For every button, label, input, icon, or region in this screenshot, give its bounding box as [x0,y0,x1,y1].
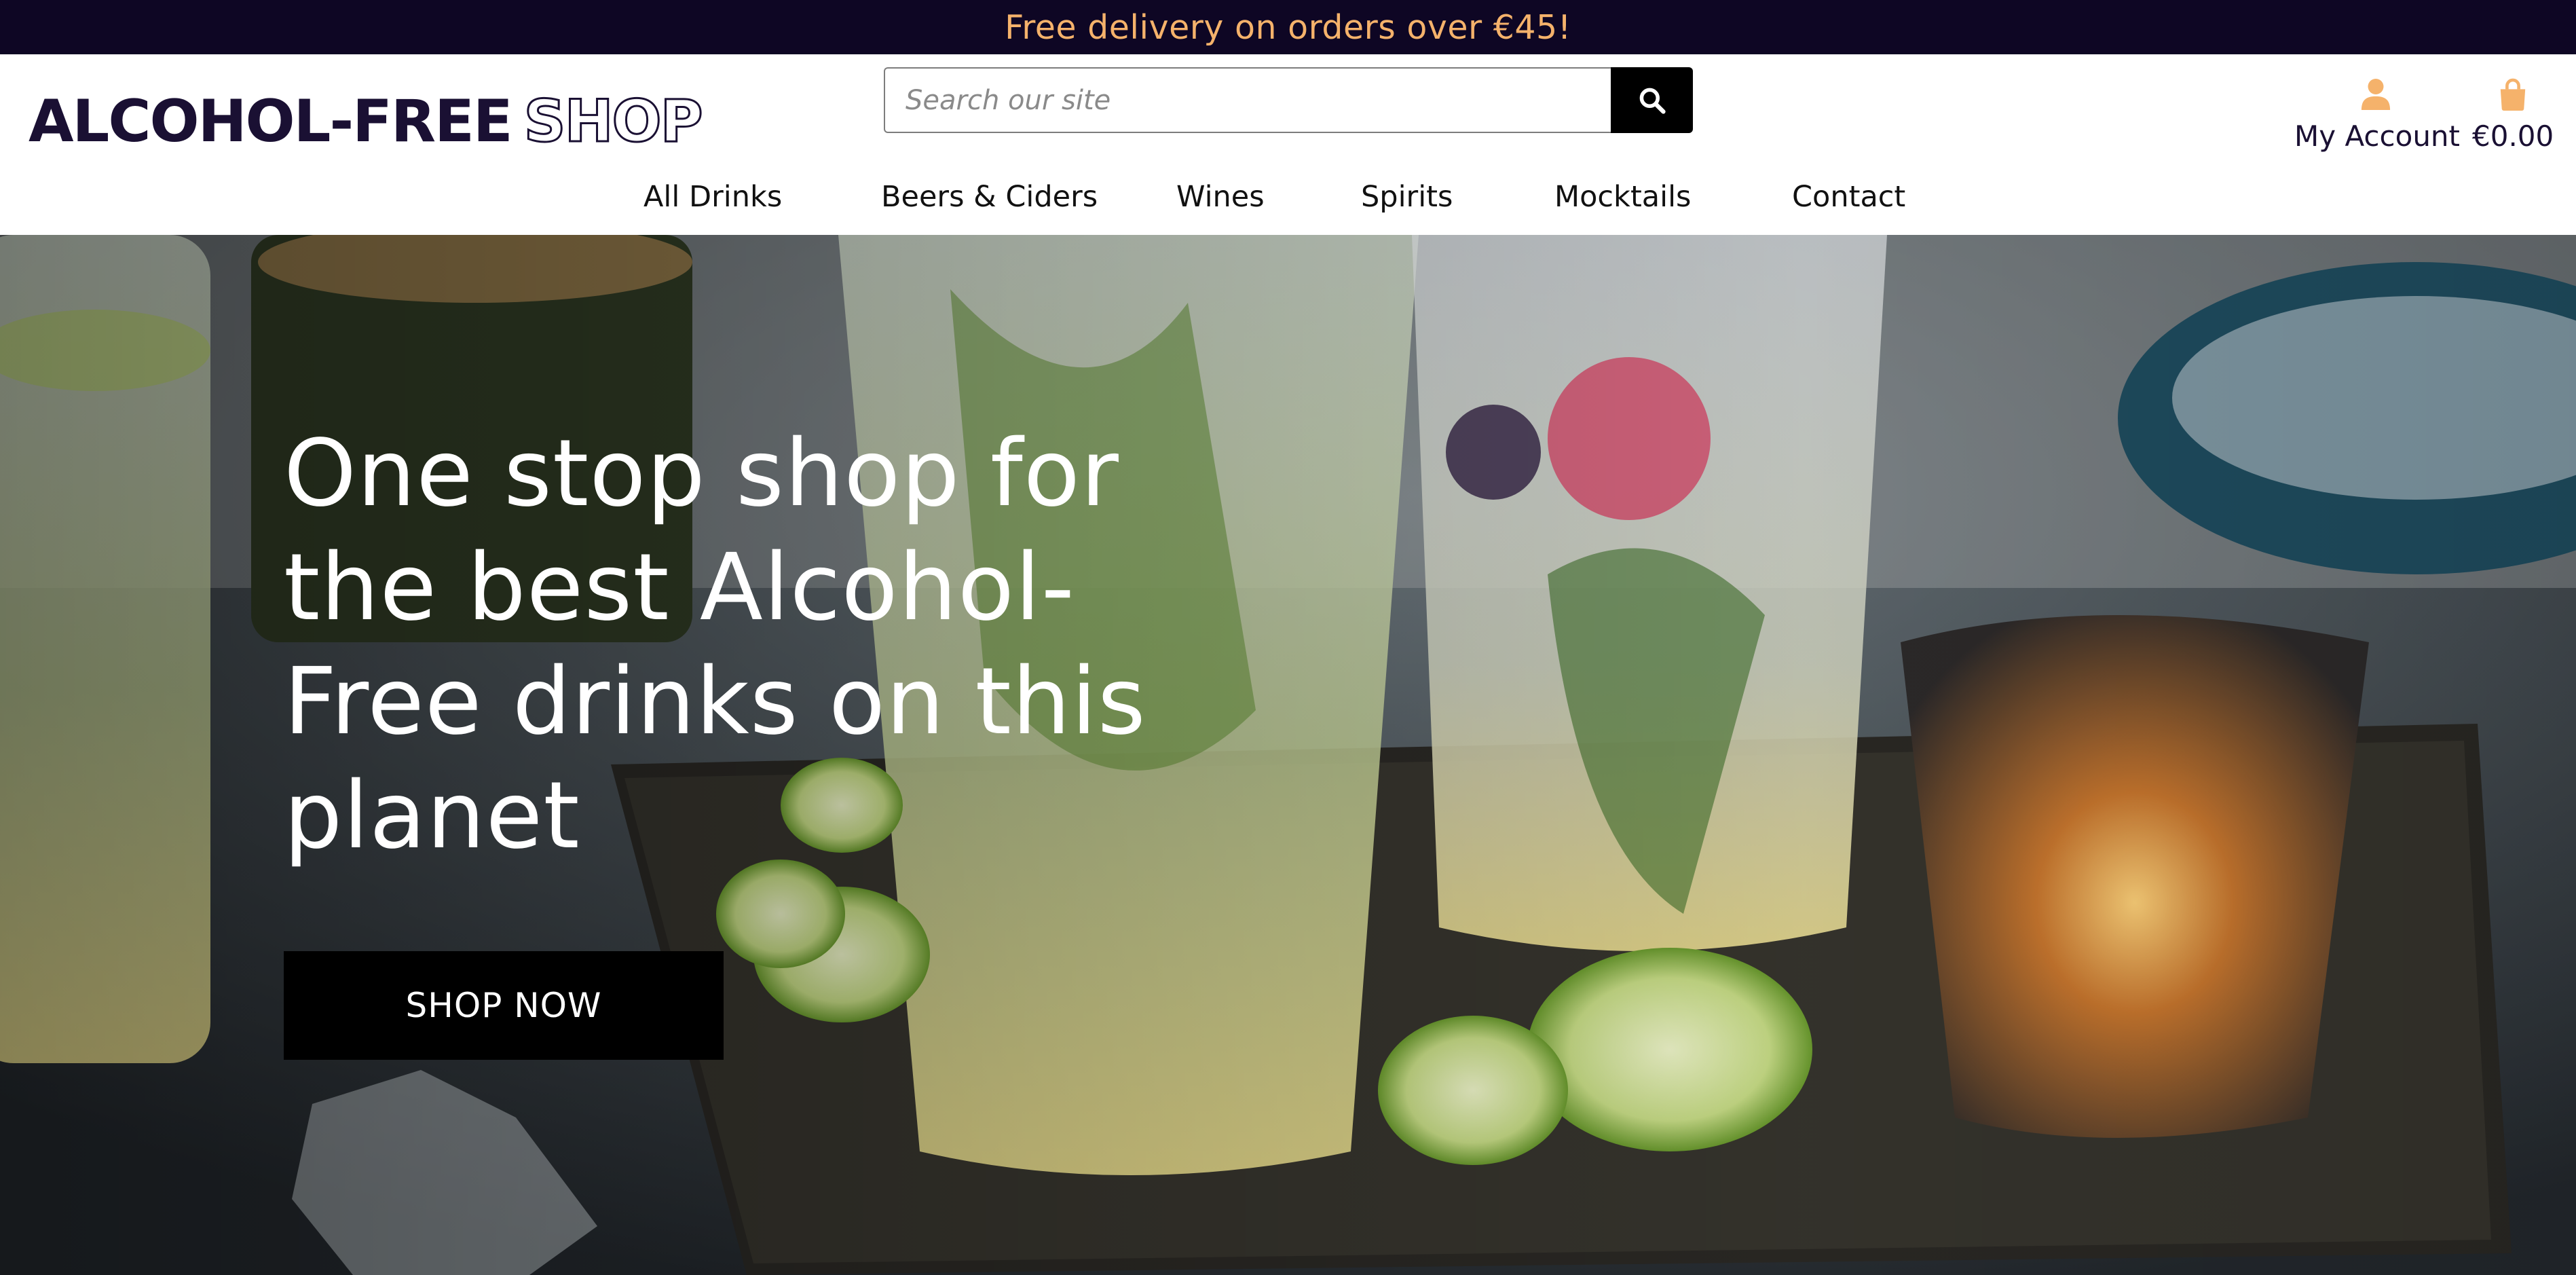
shopping-bag-icon [2472,77,2554,114]
nav-item-spirits[interactable]: Spirits [1361,170,1453,224]
hero-title: One stop shop for the best Alcohol-Free … [284,420,1146,870]
delivery-banner: Free delivery on orders over €45! [0,0,2576,54]
my-account-label: My Account [2294,119,2461,153]
my-account-link[interactable]: My Account [2294,77,2461,153]
nav-item-mocktails[interactable]: Mocktails [1554,170,1691,224]
delivery-banner-text: Free delivery on orders over €45! [1005,7,1571,47]
search-icon [1639,88,1666,114]
site-header: ALCOHOL-FREE SHOP My Account €0.00 [0,54,2576,235]
cart-link[interactable]: €0.00 [2472,77,2554,153]
cart-total: €0.00 [2472,119,2554,153]
site-logo[interactable]: ALCOHOL-FREE SHOP [29,84,704,159]
nav-item-wines[interactable]: Wines [1176,170,1265,224]
nav-item-contact[interactable]: Contact [1792,170,1905,224]
search-button[interactable] [1611,67,1693,133]
search-form [884,67,1693,133]
logo-main-text: ALCOHOL-FREE [29,88,513,155]
main-navigation: All Drinks Beers & Ciders Wines Spirits … [0,170,2576,224]
nav-item-all-drinks[interactable]: All Drinks [643,170,782,224]
logo-accent-text: SHOP [523,87,704,157]
shop-now-button[interactable]: SHOP NOW [284,951,724,1060]
user-icon [2294,77,2457,114]
search-input[interactable] [884,67,1611,133]
nav-item-beers-ciders[interactable]: Beers & Ciders [881,170,1098,224]
hero-banner: One stop shop for the best Alcohol-Free … [0,235,2576,1275]
